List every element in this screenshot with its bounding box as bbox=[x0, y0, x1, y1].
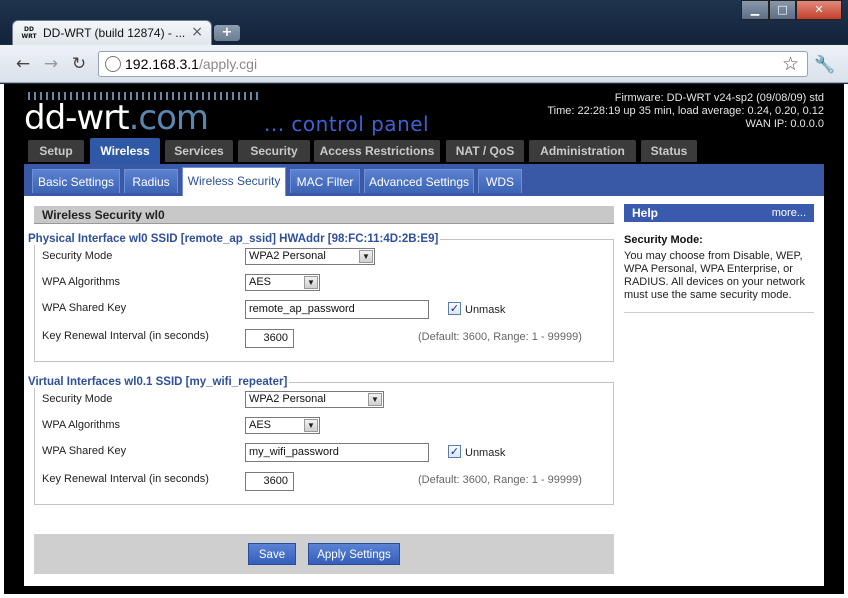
key-renewal-label: Key Renewal Interval (in seconds) bbox=[42, 330, 209, 342]
wpa-algorithms-select[interactable]: AES ▼ bbox=[245, 274, 320, 291]
wan-ip-text: WAN IP: 0.0.0.0 bbox=[745, 118, 824, 130]
subtab-wds[interactable]: WDS bbox=[478, 169, 522, 193]
tab-title: DD-WRT (build 12874) - ... bbox=[43, 26, 186, 40]
security-mode-value: WPA2 Personal bbox=[249, 250, 326, 262]
sub-tabs: Basic Settings Radius Wireless Security … bbox=[24, 164, 824, 196]
address-bar[interactable]: 192.168.3.1/apply.cgi ☆ bbox=[98, 51, 808, 77]
button-bar: Save Apply Settings bbox=[34, 534, 614, 574]
virtual-unmask-label: Unmask bbox=[465, 447, 506, 459]
control-panel-text: ... control panel bbox=[264, 112, 430, 136]
minimize-button[interactable]: ▁ bbox=[741, 0, 769, 20]
wpa-shared-key-label: WPA Shared Key bbox=[42, 302, 127, 314]
virtual-wpa-shared-key-input[interactable]: my_wifi_password bbox=[245, 443, 429, 462]
virtual-key-renewal-input[interactable]: 3600 bbox=[245, 472, 294, 491]
help-text: You may choose from Disable, WEP, WPA Pe… bbox=[624, 250, 805, 301]
security-mode-select[interactable]: WPA2 Personal ▼ bbox=[245, 248, 375, 265]
help-title: Help bbox=[632, 206, 659, 220]
url-host: 192.168.3.1 bbox=[125, 56, 199, 72]
chevron-down-icon: ▼ bbox=[368, 393, 382, 406]
subtab-radius[interactable]: Radius bbox=[124, 169, 178, 193]
tab-nat-qos[interactable]: NAT / QoS bbox=[446, 140, 524, 162]
help-subtitle: Security Mode: bbox=[624, 234, 703, 246]
page-icon bbox=[105, 56, 121, 72]
ddwrt-page: dd-wrt.com ... control panel Firmware: D… bbox=[4, 84, 844, 594]
virtual-security-mode-value: WPA2 Personal bbox=[249, 393, 326, 405]
main-content: Wireless Security wl0 Physical Interface… bbox=[24, 196, 824, 586]
logo-com: .com bbox=[128, 98, 209, 138]
chevron-down-icon: ▼ bbox=[304, 419, 318, 432]
wpa-algorithms-label: WPA Algorithms bbox=[42, 276, 121, 288]
tab-wireless[interactable]: Wireless bbox=[90, 138, 160, 164]
apply-settings-button[interactable]: Apply Settings bbox=[308, 543, 400, 565]
wpa-shared-key-input[interactable]: remote_ap_password bbox=[245, 300, 429, 319]
virtual-interface-legend: Virtual Interfaces wl0.1 SSID [my_wifi_r… bbox=[28, 376, 290, 388]
virtual-unmask-checkbox[interactable]: ✓ bbox=[448, 445, 461, 458]
unmask-checkbox[interactable]: ✓ bbox=[448, 302, 461, 315]
subtab-basic-settings[interactable]: Basic Settings bbox=[32, 169, 120, 193]
help-header: Help more... bbox=[624, 204, 814, 222]
wrench-icon[interactable]: 🔧 bbox=[814, 55, 835, 75]
time-text: Time: 22:28:19 up 35 min, load average: … bbox=[547, 105, 824, 117]
section-title: Wireless Security wl0 bbox=[42, 208, 165, 222]
subtab-mac-filter[interactable]: MAC Filter bbox=[290, 169, 360, 193]
url-text[interactable]: 192.168.3.1/apply.cgi bbox=[125, 56, 257, 72]
logo-main: dd-wrt bbox=[24, 98, 130, 138]
maximize-button[interactable]: □ bbox=[769, 0, 796, 20]
ddwrt-logo: dd-wrt.com ... control panel bbox=[24, 90, 464, 144]
tab-status[interactable]: Status bbox=[641, 140, 697, 162]
url-path: /apply.cgi bbox=[198, 56, 258, 72]
new-tab-button[interactable]: + bbox=[214, 25, 240, 41]
tab-security[interactable]: Security bbox=[238, 140, 310, 162]
tab-setup[interactable]: Setup bbox=[28, 140, 84, 162]
chevron-down-icon: ▼ bbox=[304, 276, 318, 289]
bookmark-star-icon[interactable]: ☆ bbox=[782, 53, 799, 75]
virtual-key-renewal-label: Key Renewal Interval (in seconds) bbox=[42, 473, 209, 485]
virtual-security-mode-select[interactable]: WPA2 Personal ▼ bbox=[245, 391, 384, 408]
tab-administration[interactable]: Administration bbox=[529, 140, 636, 162]
browser-tab[interactable]: DD WRT DD-WRT (build 12874) - ... × bbox=[12, 20, 212, 46]
section-header: Wireless Security wl0 bbox=[34, 206, 614, 224]
browser-toolbar: ← → ↻ 192.168.3.1/apply.cgi ☆ 🔧 bbox=[0, 45, 848, 83]
reload-icon[interactable]: ↻ bbox=[68, 53, 90, 75]
tab-access-restrictions[interactable]: Access Restrictions bbox=[314, 140, 440, 162]
subtab-wireless-security[interactable]: Wireless Security bbox=[182, 167, 286, 196]
wpa-algorithms-value: AES bbox=[249, 276, 272, 288]
save-button[interactable]: Save bbox=[248, 543, 296, 565]
virtual-wpa-algorithms-value: AES bbox=[249, 419, 272, 431]
virtual-wpa-algorithms-label: WPA Algorithms bbox=[42, 419, 121, 431]
key-renewal-hint: (Default: 3600, Range: 1 - 99999) bbox=[418, 331, 582, 343]
help-more-link[interactable]: more... bbox=[772, 207, 806, 219]
key-renewal-input[interactable]: 3600 bbox=[245, 329, 294, 348]
back-icon[interactable]: ← bbox=[12, 53, 34, 75]
help-divider bbox=[624, 312, 814, 313]
virtual-wpa-shared-key-label: WPA Shared Key bbox=[42, 445, 127, 457]
security-mode-label: Security Mode bbox=[42, 250, 113, 262]
virtual-wpa-algorithms-select[interactable]: AES ▼ bbox=[245, 417, 320, 434]
window-close-button[interactable]: ✕ bbox=[796, 0, 842, 20]
chevron-down-icon: ▼ bbox=[359, 250, 373, 263]
browser-chrome: DD WRT DD-WRT (build 12874) - ... × + ▁ … bbox=[0, 0, 848, 84]
forward-icon[interactable]: → bbox=[40, 53, 62, 75]
virtual-security-mode-label: Security Mode bbox=[42, 393, 113, 405]
tab-services[interactable]: Services bbox=[165, 140, 233, 162]
subtab-advanced-settings[interactable]: Advanced Settings bbox=[364, 169, 474, 193]
physical-interface-legend: Physical Interface wl0 SSID [remote_ap_s… bbox=[28, 233, 441, 245]
unmask-label: Unmask bbox=[465, 304, 506, 316]
logo-text: dd-wrt.com bbox=[24, 98, 209, 138]
virtual-key-renewal-hint: (Default: 3600, Range: 1 - 99999) bbox=[418, 474, 582, 486]
system-info: Firmware: DD-WRT v24-sp2 (09/08/09) std … bbox=[547, 92, 824, 131]
firmware-text: Firmware: DD-WRT v24-sp2 (09/08/09) std bbox=[614, 92, 824, 104]
ddwrt-favicon-icon: DD WRT bbox=[21, 26, 37, 40]
tab-close-icon[interactable]: × bbox=[191, 24, 203, 40]
